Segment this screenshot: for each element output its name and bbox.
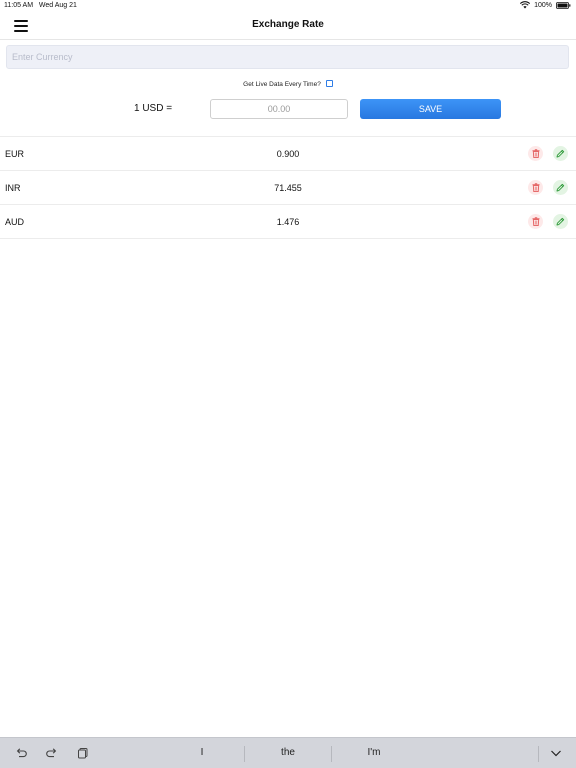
rate-input[interactable] bbox=[210, 99, 348, 119]
edit-pencil-icon[interactable] bbox=[553, 146, 568, 161]
currency-code: EUR bbox=[5, 149, 25, 159]
rate-list: EUR 0.900 INR 71.455 AUD 1.476 bbox=[0, 136, 576, 239]
delete-icon[interactable] bbox=[528, 214, 543, 229]
currency-rate: 71.455 bbox=[274, 183, 302, 193]
currency-rate: 0.900 bbox=[276, 149, 300, 159]
status-right: 100% bbox=[520, 1, 571, 9]
rate-row: AUD 1.476 bbox=[0, 205, 576, 239]
currency-code: AUD bbox=[5, 217, 25, 227]
dismiss-keyboard-icon[interactable] bbox=[549, 746, 563, 760]
live-data-label: Get Live Data Every Time? bbox=[243, 81, 321, 88]
status-date-text: Wed Aug 21 bbox=[38, 2, 77, 9]
battery-icon bbox=[556, 1, 571, 9]
status-bar: 11:05 AM Wed Aug 21 100% bbox=[0, 0, 576, 12]
base-currency-label: 1 USD = bbox=[134, 103, 173, 114]
currency-code: INR bbox=[5, 183, 21, 193]
suggestion-2[interactable]: the bbox=[245, 747, 331, 758]
rate-row: INR 71.455 bbox=[0, 171, 576, 205]
live-data-row: Get Live Data Every Time? bbox=[0, 80, 576, 88]
rate-row: EUR 0.900 bbox=[0, 137, 576, 171]
currency-search-input[interactable] bbox=[6, 45, 569, 69]
suggestion-3[interactable]: I'm bbox=[332, 747, 416, 758]
delete-icon[interactable] bbox=[528, 146, 543, 161]
wifi-icon bbox=[520, 1, 531, 9]
live-data-checkbox[interactable] bbox=[325, 80, 333, 87]
suggestion-1[interactable]: I bbox=[160, 747, 244, 758]
edit-pencil-icon[interactable] bbox=[553, 180, 568, 195]
battery-percent: 100% bbox=[534, 1, 552, 9]
status-time-text: 11:05 AM bbox=[4, 2, 34, 9]
undo-icon[interactable] bbox=[14, 746, 28, 760]
nav-bar: Exchange Rate bbox=[0, 12, 576, 40]
save-button[interactable]: SAVE bbox=[360, 99, 501, 119]
page-title: Exchange Rate bbox=[252, 19, 324, 30]
currency-rate: 1.476 bbox=[276, 217, 300, 227]
suggestion-divider bbox=[538, 746, 539, 762]
delete-icon[interactable] bbox=[528, 180, 543, 195]
status-time: 11:05 AM Wed Aug 21 bbox=[4, 2, 77, 9]
edit-pencil-icon[interactable] bbox=[553, 214, 568, 229]
redo-icon[interactable] bbox=[45, 746, 59, 760]
paste-icon[interactable] bbox=[76, 746, 90, 760]
keyboard-shortcut-bar: I the I'm bbox=[0, 737, 576, 768]
